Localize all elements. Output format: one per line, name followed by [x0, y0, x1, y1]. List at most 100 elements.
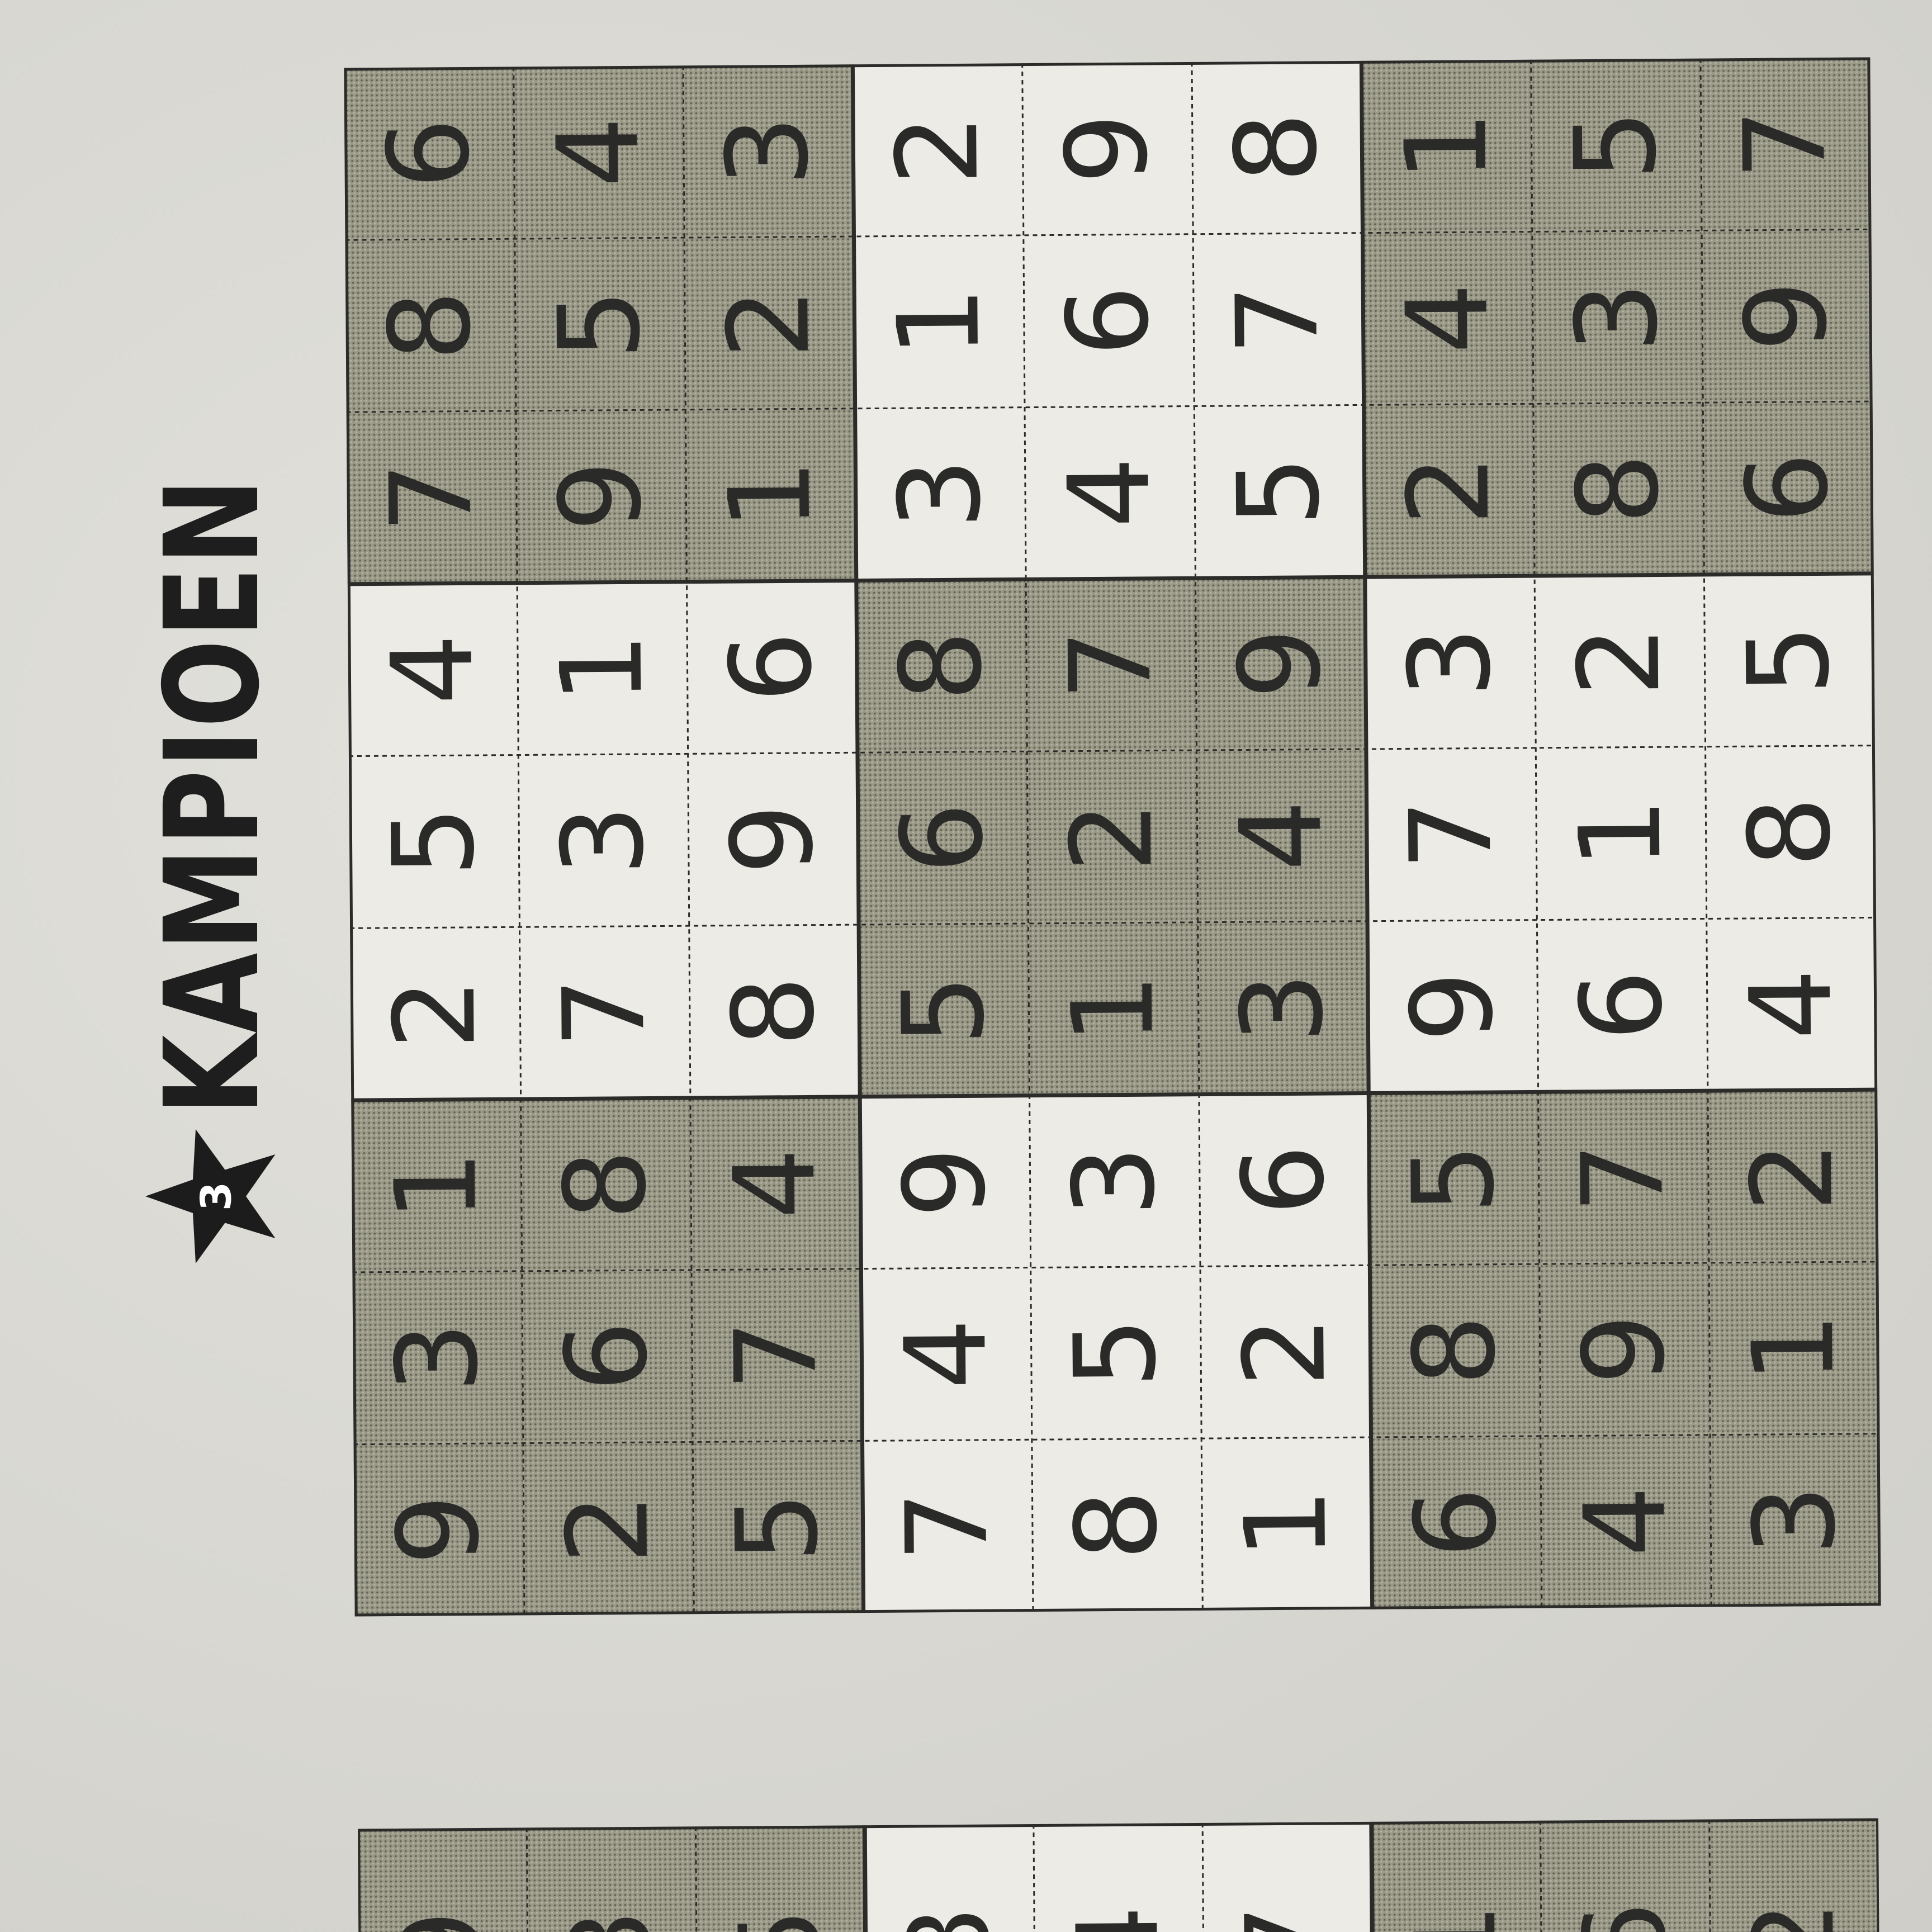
grid-cell: 6 — [1537, 918, 1708, 1092]
cell-digit: 1 — [873, 286, 1005, 358]
cell-digit: 5 — [1388, 1142, 1519, 1215]
cell-digit: 6 — [706, 631, 837, 703]
cell-digit: 9 — [536, 460, 667, 533]
cell-digit: 3 — [546, 1909, 677, 1932]
grid-cell: 7 — [1366, 747, 1537, 921]
grid-cell: 8 — [689, 925, 860, 1098]
grid-cell: 2 — [523, 1442, 694, 1616]
cell-digit: 2 — [1727, 1140, 1859, 1213]
cell-digit: 1 — [1381, 110, 1512, 183]
grid-cell: 9 — [358, 1827, 528, 1932]
grid-cell: 9 — [515, 409, 687, 583]
grid-cell: 5 — [1368, 1092, 1540, 1266]
grid-cell: 3 — [683, 64, 854, 238]
grid-cell: 2 — [1027, 750, 1198, 924]
grid-cell: 6 — [522, 1270, 693, 1443]
cell-digit: 8 — [1052, 1489, 1183, 1561]
cell-digit: 2 — [370, 977, 501, 1050]
grid-cell: 6 — [344, 67, 515, 240]
cell-digit: 3 — [1385, 626, 1516, 699]
grid-cell: 6 — [1371, 1436, 1542, 1609]
grid-cell: 5 — [1030, 1266, 1202, 1440]
cell-digit: 4 — [1382, 282, 1513, 354]
grid-cell: 9 — [688, 752, 859, 926]
grid-cell: 4 — [1196, 749, 1368, 922]
cell-digit: 6 — [1722, 452, 1854, 524]
grid-cell: 8 — [1031, 1438, 1203, 1612]
cell-digit: 2 — [1554, 625, 1685, 698]
cell-digit: 9 — [1721, 280, 1853, 352]
grid-cell: 1 — [1371, 1820, 1542, 1932]
cell-digit: 5 — [1214, 455, 1345, 528]
grid-cell: 8 — [1705, 745, 1877, 919]
grid-cell: 2 — [1363, 404, 1535, 577]
grid-cell: 2 — [350, 927, 521, 1101]
grid-cell: 1 — [517, 581, 688, 755]
cell-digit: 2 — [1383, 454, 1514, 527]
cell-digit: 8 — [540, 1148, 671, 1221]
cell-digit: 7 — [1222, 1903, 1353, 1932]
grid-cell: 6 — [1540, 1819, 1711, 1932]
grid-cell: 5 — [1704, 573, 1875, 747]
cell-digit: 4 — [1044, 457, 1176, 529]
grid-cell: 5 — [1531, 58, 1702, 232]
grid-cell: 8 — [520, 1097, 692, 1271]
cell-digit: 1 — [1391, 1902, 1522, 1932]
puzzle-title: KAMPIOEN — [137, 476, 288, 1115]
cell-digit: 3 — [1730, 1484, 1861, 1557]
cell-digit: 7 — [1386, 798, 1517, 871]
cell-digit: 6 — [1219, 1143, 1350, 1216]
cell-digit: 7 — [366, 461, 497, 534]
grid-cell: 7 — [692, 1268, 863, 1442]
cell-digit: 9 — [1559, 1313, 1690, 1386]
cell-digit: 6 — [1560, 1901, 1691, 1932]
cell-digit: 7 — [1213, 283, 1344, 356]
grid-cell: 8 — [864, 1824, 1035, 1932]
grid-cell: 2 — [1535, 574, 1706, 748]
grid-cell: 3 — [1365, 576, 1536, 749]
cell-digit: 1 — [705, 459, 836, 532]
grid-cell: 5 — [859, 923, 1030, 1097]
next-sudoku-board: 9 3 5 8 4 7 1 6 2 — [358, 1818, 1880, 1932]
sudoku-board: 6432981578521674397913452864168793255396… — [344, 57, 1881, 1617]
grid-cell: 8 — [1191, 60, 1363, 234]
cell-digit: 7 — [1720, 108, 1852, 180]
cell-digit: 2 — [1046, 801, 1178, 873]
grid-cell: 4 — [1540, 1434, 1712, 1608]
cell-digit: 3 — [1049, 1145, 1180, 1217]
grid-cell: 1 — [685, 408, 856, 582]
cell-digit: 3 — [1218, 972, 1348, 1044]
difficulty-number: 3 — [192, 1182, 241, 1211]
cell-digit: 4 — [1726, 968, 1857, 1040]
grid-cell: 2 — [1709, 1818, 1880, 1932]
grid-cell: 1 — [1201, 1437, 1372, 1611]
cell-digit: 7 — [711, 1319, 842, 1391]
grid-cell: 8 — [345, 239, 516, 413]
grid-cell: 4 — [1024, 406, 1196, 580]
grid-cell: 8 — [1533, 402, 1704, 576]
grid-cell: 2 — [684, 236, 855, 410]
grid-cell: 3 — [518, 754, 689, 927]
grid-cell: 1 — [854, 235, 1025, 409]
grid-cell: 9 — [1539, 1263, 1711, 1436]
cell-digit: 5 — [1050, 1317, 1181, 1389]
cell-digit: 4 — [1216, 799, 1347, 872]
grid-cell: 6 — [857, 751, 1029, 925]
grid-cell: 7 — [1193, 233, 1364, 406]
grid-cell: 1 — [1536, 746, 1707, 920]
star-icon: 3 — [145, 1129, 276, 1263]
cell-digit: 8 — [884, 1906, 1015, 1932]
cell-digit: 5 — [1550, 109, 1682, 181]
cell-digit: 4 — [533, 116, 664, 188]
grid-cell: 4 — [347, 583, 519, 756]
cell-digit: 3 — [874, 458, 1006, 530]
grid-cell: 7 — [1202, 1821, 1373, 1932]
grid-cell: 8 — [1370, 1264, 1541, 1438]
cell-digit: 8 — [364, 289, 496, 362]
cell-digit: 2 — [1220, 1315, 1351, 1388]
cell-digit: 2 — [543, 1492, 674, 1565]
cell-digit: 4 — [710, 1147, 841, 1220]
cell-digit: 7 — [882, 1490, 1013, 1562]
cell-digit: 7 — [539, 976, 670, 1049]
cell-digit: 6 — [1556, 969, 1688, 1041]
